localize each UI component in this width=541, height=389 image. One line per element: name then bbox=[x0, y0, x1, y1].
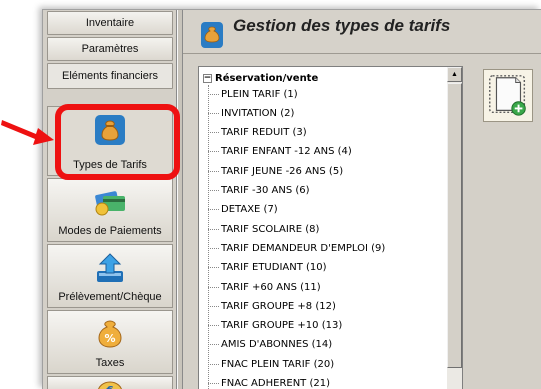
tree-item-label: TARIF REDUIT (3) bbox=[221, 127, 307, 139]
tree-scrollbar[interactable]: ▲ bbox=[447, 66, 463, 389]
tree-item[interactable]: TARIF ENFANT -12 ANS (4) bbox=[208, 143, 352, 161]
tree-item[interactable]: TARIF SCOLAIRE (8) bbox=[208, 220, 319, 238]
nav-elements-financiers-button[interactable]: Eléments financiers bbox=[47, 63, 173, 89]
nav-parametres-button[interactable]: Paramètres bbox=[47, 37, 173, 61]
tree-item-label: TARIF GROUPE +10 (13) bbox=[221, 320, 343, 332]
nav-next-button[interactable]: € bbox=[47, 376, 173, 389]
tree-item[interactable]: TARIF ETUDIANT (10) bbox=[208, 259, 327, 277]
tree-item-label: FNAC ADHERENT (21) bbox=[221, 378, 330, 389]
tree-item[interactable]: FNAC ADHERENT (21) bbox=[208, 375, 330, 389]
tree-item[interactable]: TARIF JEUNE -26 ANS (5) bbox=[208, 162, 343, 180]
tree-item-label: TARIF GROUPE +8 (12) bbox=[221, 300, 336, 312]
tree-item[interactable]: TARIF -30 ANS (6) bbox=[208, 182, 310, 200]
page-title: Gestion des types de tarifs bbox=[233, 16, 451, 35]
new-tarif-button[interactable] bbox=[483, 69, 533, 122]
red-arrow-icon bbox=[1, 120, 54, 145]
tree-item-label: AMIS D'ABONNES (14) bbox=[221, 339, 333, 351]
scrollbar-thumb[interactable] bbox=[447, 83, 462, 368]
nav-types-de-tarifs-button[interactable]: Types de Tarifs bbox=[47, 106, 173, 176]
money-bag-icon bbox=[201, 22, 223, 48]
collapse-icon[interactable]: − bbox=[203, 73, 212, 83]
nav-inventaire-label: Inventaire bbox=[85, 17, 135, 29]
tree-item[interactable]: TARIF GROUPE +8 (12) bbox=[208, 297, 336, 315]
nav-parametres-label: Paramètres bbox=[81, 43, 139, 55]
upload-arrow-icon bbox=[97, 253, 123, 282]
credit-cards-icon bbox=[95, 191, 125, 216]
tree-item-label: TARIF DEMANDEUR D'EMPLOI (9) bbox=[221, 242, 386, 254]
percent-bag-icon: % bbox=[98, 320, 122, 348]
tree-item[interactable]: TARIF +60 ANS (11) bbox=[208, 278, 321, 296]
nav-prelevement-cheque-button[interactable]: Prélèvement/Chèque bbox=[47, 244, 173, 308]
tree-item[interactable]: INVITATION (2) bbox=[208, 104, 294, 122]
nav-taxes-button[interactable]: % Taxes bbox=[47, 310, 173, 374]
nav-taxes-label: Taxes bbox=[95, 357, 125, 369]
nav-modes-de-paiements-label: Modes de Paiements bbox=[58, 225, 162, 237]
tree-item-label: TARIF +60 ANS (11) bbox=[221, 281, 321, 293]
nav-modes-de-paiements-button[interactable]: Modes de Paiements bbox=[47, 178, 173, 242]
tree-item[interactable]: TARIF REDUIT (3) bbox=[208, 124, 307, 142]
nav-elements-financiers-label: Eléments financiers bbox=[62, 70, 158, 82]
tree-item-label: TARIF -30 ANS (6) bbox=[221, 185, 310, 196]
tree-item[interactable]: TARIF GROUPE +10 (13) bbox=[208, 317, 342, 335]
tree-item[interactable]: DETAXE (7) bbox=[208, 201, 278, 219]
tree-item-label: TARIF SCOLAIRE (8) bbox=[221, 223, 320, 235]
nav-prelevement-cheque-label: Prélèvement/Chèque bbox=[58, 291, 162, 303]
tree-item[interactable]: FNAC PLEIN TARIF (20) bbox=[208, 355, 334, 373]
scroll-up-icon[interactable]: ▲ bbox=[447, 67, 462, 82]
tree-item-label: PLEIN TARIF (1) bbox=[221, 88, 298, 100]
tree-item[interactable]: TARIF DEMANDEUR D'EMPLOI (9) bbox=[208, 239, 385, 257]
tree-item-label: INVITATION (2) bbox=[221, 107, 295, 119]
content-panel: Gestion des types de tarifs − Réservatio… bbox=[183, 10, 541, 389]
tree-item-label: TARIF ETUDIANT (10) bbox=[221, 262, 327, 274]
app-window: Inventaire Paramètres Eléments financier… bbox=[42, 9, 541, 389]
tree-item-label: TARIF JEUNE -26 ANS (5) bbox=[221, 165, 344, 177]
euro-bag-icon: € bbox=[98, 381, 122, 389]
tree-root-node[interactable]: − Réservation/vente bbox=[203, 71, 318, 85]
tarif-tree[interactable]: − Réservation/vente PLEIN TARIF (1) INVIT… bbox=[198, 66, 463, 389]
svg-text:%: % bbox=[104, 332, 115, 345]
svg-text:€: € bbox=[106, 385, 114, 389]
tree-item[interactable]: PLEIN TARIF (1) bbox=[208, 85, 298, 103]
new-document-icon bbox=[489, 75, 526, 116]
nav-types-de-tarifs-label: Types de Tarifs bbox=[73, 159, 147, 171]
tree-item-label: FNAC PLEIN TARIF (20) bbox=[221, 358, 335, 370]
tree-item[interactable]: AMIS D'ABONNES (14) bbox=[208, 336, 332, 354]
tree-root-label: Réservation/vente bbox=[215, 72, 319, 84]
money-bag-icon bbox=[95, 115, 125, 145]
tree-item-label: TARIF ENFANT -12 ANS (4) bbox=[221, 146, 352, 158]
nav-inventaire-button[interactable]: Inventaire bbox=[47, 11, 173, 35]
navigation-panel: Inventaire Paramètres Eléments financier… bbox=[43, 10, 177, 389]
tree-item-label: DETAXE (7) bbox=[221, 204, 278, 216]
page-header: Gestion des types de tarifs bbox=[183, 10, 541, 54]
